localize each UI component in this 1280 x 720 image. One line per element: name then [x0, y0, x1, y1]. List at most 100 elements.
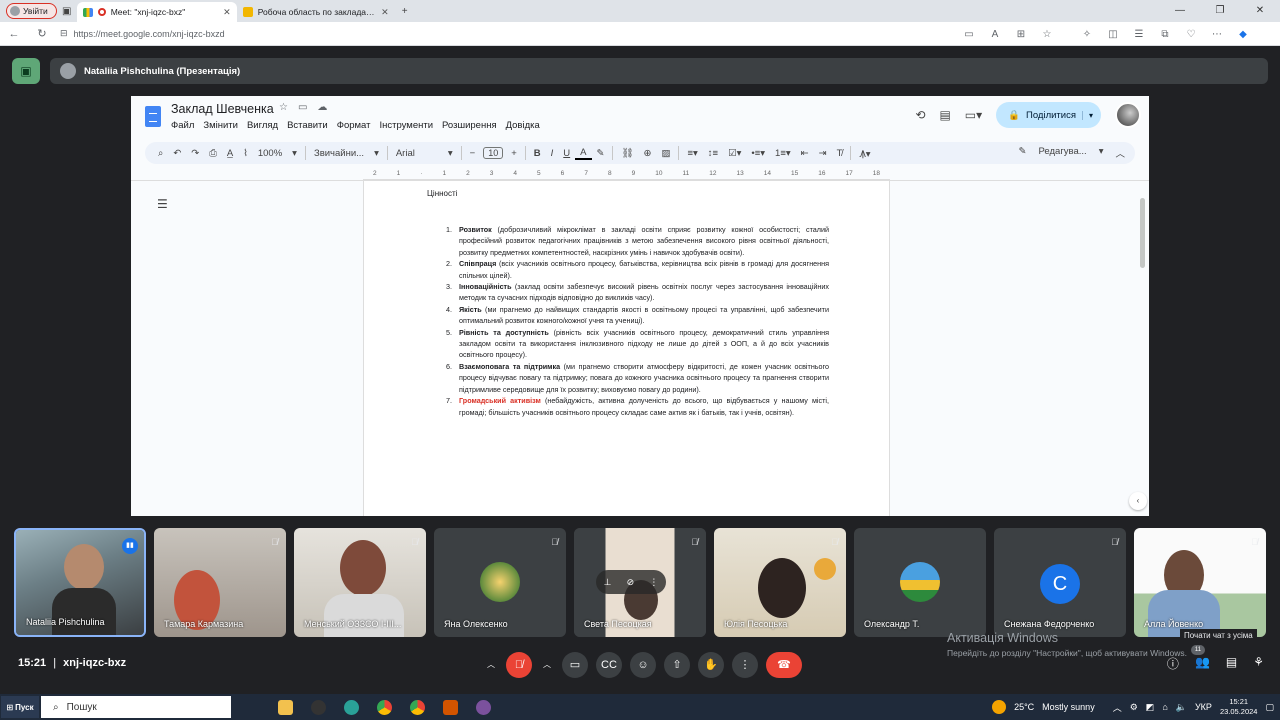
more-options-icon[interactable]: ⋮ [649, 577, 658, 588]
font-size-input[interactable]: 10 [483, 147, 504, 159]
menu-view[interactable]: Вигляд [247, 120, 278, 131]
close-window-icon[interactable]: ✕ [1240, 0, 1280, 22]
line-spacing-icon[interactable]: ↕≡ [703, 148, 723, 159]
participant-tile[interactable]: С 🎙̸ Снежана Федорченко [994, 528, 1126, 637]
ruler[interactable]: 2 1 · 1 2 3 4 5 6 7 8 9 10 11 12 13 14 15 16 17 18 [363, 170, 890, 180]
present-screen-button[interactable]: ⇧ [664, 652, 690, 678]
extensions-icon[interactable]: ✧ [1074, 29, 1100, 40]
mute-participant-icon[interactable]: ⊘ [627, 577, 635, 588]
link-icon[interactable]: ⛓ [616, 148, 638, 159]
camera-icon[interactable]: ▭ [956, 29, 982, 40]
participant-tile[interactable]: Олександр Т. [854, 528, 986, 637]
insert-image-icon[interactable]: ▨ [657, 148, 676, 159]
input-tools-icon[interactable]: Ꙟ▾ [854, 147, 875, 160]
increase-indent-icon[interactable]: ⇥ [814, 148, 832, 159]
chevron-down-icon[interactable]: ▾ [1081, 110, 1093, 120]
editing-mode-select[interactable]: Редагува... [1039, 146, 1087, 160]
taskbar-app-obs[interactable] [302, 694, 335, 720]
weather-temp[interactable]: 25°C [1014, 702, 1034, 712]
bullet-list-icon[interactable]: •≡▾ [746, 148, 770, 159]
chat-icon[interactable]: ▤ [1226, 655, 1237, 672]
participant-tile[interactable]: 🎙̸ Юлія Песоцька [714, 528, 846, 637]
back-icon[interactable]: ← [0, 28, 28, 40]
font-select[interactable]: Arial [391, 148, 443, 159]
participant-tile[interactable]: ⊥ ⊘ ⋮ 🎙̸ Света Песоцкая [574, 528, 706, 637]
tab-workspace[interactable]: Робоча область по закладам осв ✕ [237, 2, 395, 22]
more-options-icon[interactable]: ⋯ [1204, 29, 1230, 40]
volume-icon[interactable]: 🔈 [1176, 702, 1187, 713]
chevron-down-icon[interactable]: ▾ [443, 148, 458, 159]
copilot-icon[interactable]: ◆ [1230, 29, 1256, 40]
weather-icon[interactable] [992, 700, 1007, 714]
menu-format[interactable]: Формат [337, 120, 371, 131]
tab-actions-icon[interactable]: ▣ [57, 2, 77, 20]
redo-icon[interactable]: ↷ [186, 148, 204, 159]
split-screen-icon[interactable]: ◫ [1100, 29, 1126, 40]
captions-button[interactable]: CC [596, 652, 622, 678]
raise-hand-button[interactable]: ✋ [698, 652, 724, 678]
new-tab-button[interactable]: + [395, 2, 415, 20]
favorite-star-icon[interactable]: ☆ [1034, 29, 1060, 40]
spellcheck-icon[interactable]: A̲ [222, 148, 238, 159]
menu-extensions[interactable]: Розширення [442, 120, 497, 131]
minimize-icon[interactable]: — [1160, 0, 1200, 22]
increase-font-icon[interactable]: + [506, 148, 522, 159]
taskbar-app-chrome[interactable] [368, 694, 401, 720]
clear-formatting-icon[interactable]: T̸ [832, 148, 848, 159]
cloud-status-icon[interactable]: ☁ [317, 102, 327, 113]
participant-tile[interactable]: ▮▮ Nataliia Pishchulina [14, 528, 146, 637]
app-tray-icon[interactable]: ⚙ [1130, 702, 1138, 713]
paint-format-icon[interactable]: ⌇ [238, 148, 253, 159]
menu-tools[interactable]: Інструменти [379, 120, 433, 131]
history-icon[interactable]: ⟲ [915, 108, 925, 122]
star-icon[interactable]: ☆ [279, 102, 288, 113]
app-install-icon[interactable]: ⊞ [1008, 29, 1034, 40]
device-switch-icon[interactable]: ▣ [12, 58, 40, 84]
decrease-indent-icon[interactable]: ⇤ [796, 148, 814, 159]
mic-off-button[interactable]: 🎙̸ [506, 652, 532, 678]
taskbar-search[interactable]: ⌕ Пошук [41, 696, 231, 718]
profile-button[interactable]: Увійти [6, 3, 57, 19]
participant-tile[interactable]: 🎙̸ Алла Йовенко [1134, 528, 1266, 637]
url-field[interactable]: ⊟ https://meet.google.com/xnj-iqzc-bxzd [60, 28, 225, 39]
document-page[interactable]: Цінності 1. Розвиток (доброзичливий мікро… [363, 181, 890, 516]
browser-essentials-icon[interactable]: ♡ [1178, 29, 1204, 40]
weather-description[interactable]: Mostly sunny [1042, 702, 1095, 712]
bold-icon[interactable]: B [529, 148, 546, 159]
pin-icon[interactable]: ⊥ [604, 577, 612, 588]
maximize-icon[interactable]: ❐ [1200, 0, 1240, 22]
comments-icon[interactable]: ▤ [939, 108, 950, 122]
menu-edit[interactable]: Змінити [203, 120, 238, 131]
taskbar-app-explorer[interactable] [269, 694, 302, 720]
menu-help[interactable]: Довідка [506, 120, 540, 131]
docs-logo-icon[interactable] [145, 106, 161, 127]
start-button[interactable]: ⊞ Пуск [1, 696, 39, 718]
language-indicator[interactable]: УКР [1195, 702, 1212, 712]
participant-tile[interactable]: 🎙̸ Яна Олексенко [434, 528, 566, 637]
collapse-side-panel-icon[interactable]: ‹ [1129, 492, 1147, 510]
camera-button[interactable]: ▭ [562, 652, 588, 678]
taskbar-app-chrome-2[interactable] [401, 694, 434, 720]
menu-file[interactable]: Файл [171, 120, 194, 131]
close-tab-icon[interactable]: ✕ [223, 7, 231, 18]
close-tab-icon[interactable]: ✕ [381, 7, 389, 18]
checklist-icon[interactable]: ☑▾ [723, 148, 746, 159]
chevron-down-icon[interactable]: ▾ [1099, 146, 1104, 160]
network-icon[interactable]: ⌂ [1162, 702, 1167, 712]
emoji-reaction-button[interactable]: ☺ [630, 652, 656, 678]
text-color-icon[interactable]: A [575, 147, 592, 160]
search-icon[interactable]: ⌕ [153, 148, 168, 159]
more-options-button[interactable]: ⋮ [732, 652, 758, 678]
scrollbar[interactable] [1140, 198, 1145, 268]
meeting-details-icon[interactable]: ⓘ [1167, 655, 1179, 672]
meet-call-icon[interactable]: ▭▾ [965, 108, 982, 122]
taskbar-app-edge[interactable] [335, 694, 368, 720]
audio-options-icon[interactable]: ︿ [484, 652, 498, 678]
chevron-down-icon[interactable]: ▾ [287, 148, 302, 159]
activities-icon[interactable]: ⚘ [1253, 655, 1264, 672]
participant-tile[interactable]: 🎙̸ Менський ОЗЗСО І-ІІІ... [294, 528, 426, 637]
avatar[interactable] [1115, 102, 1141, 128]
align-icon[interactable]: ≡▾ [682, 148, 702, 159]
print-icon[interactable]: ⎙ [204, 148, 222, 159]
collections-icon[interactable]: ⧉ [1152, 29, 1178, 40]
